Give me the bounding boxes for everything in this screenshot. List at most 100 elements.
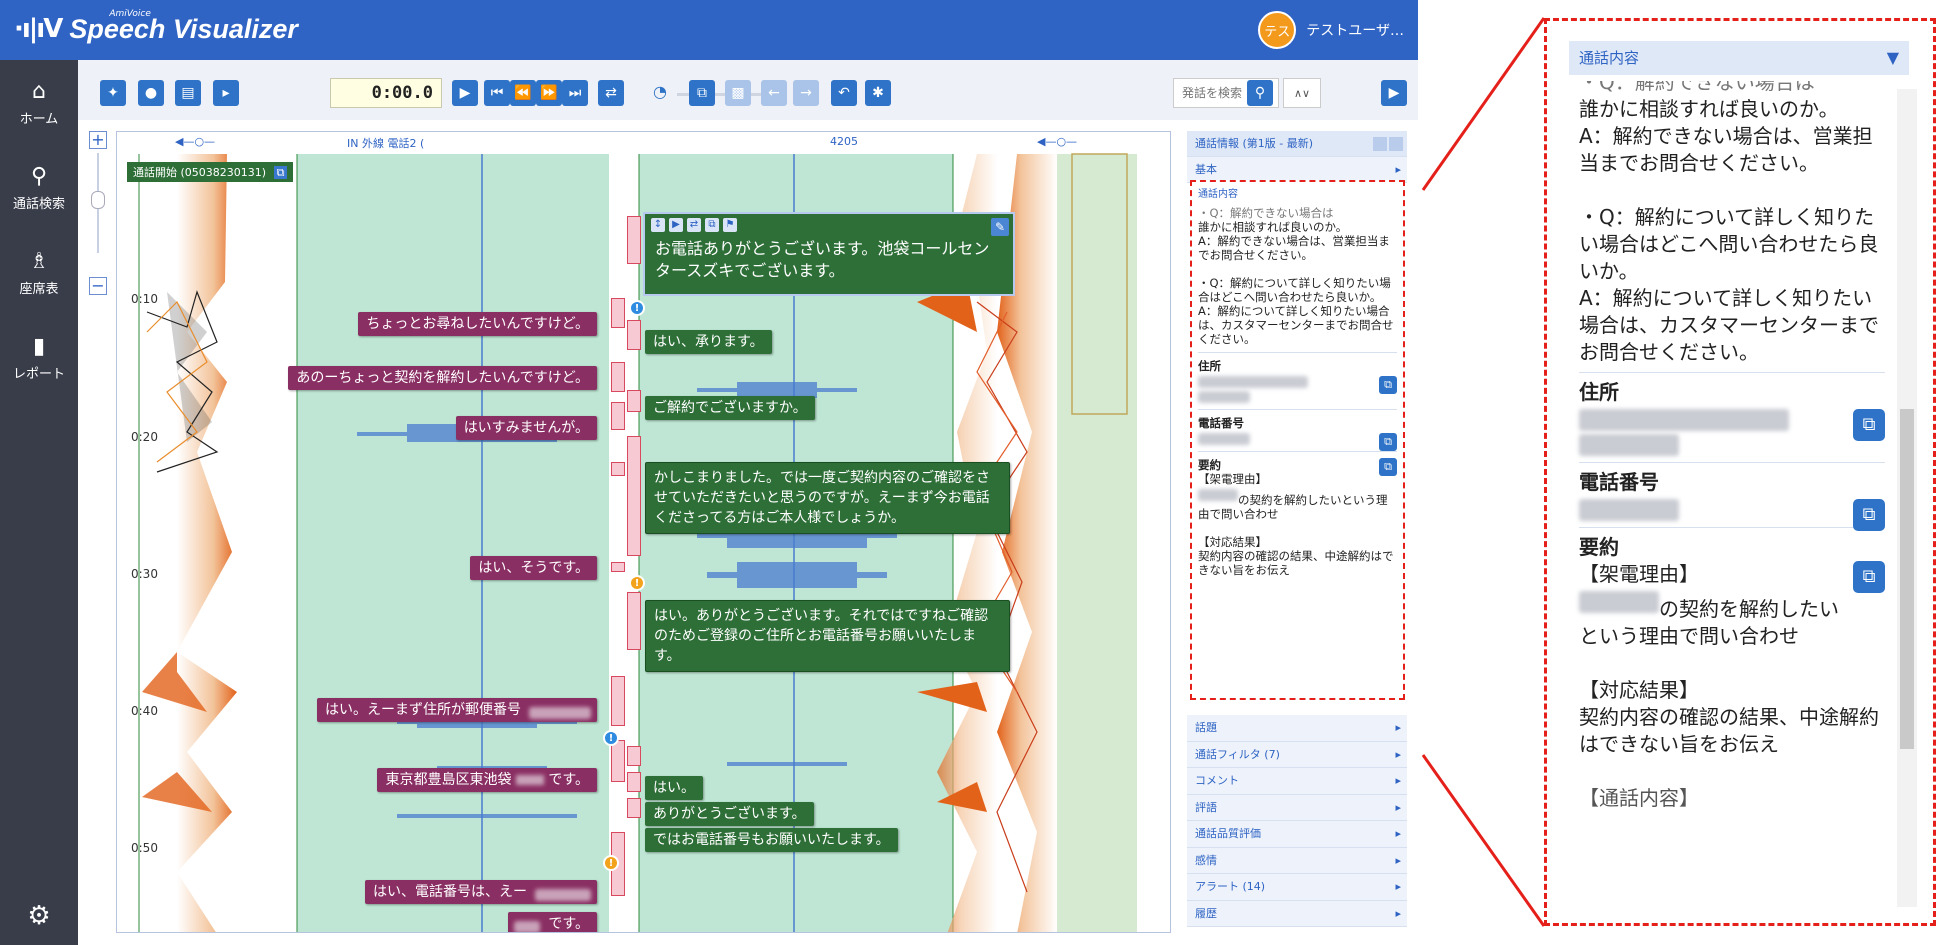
zoom-slider-knob[interactable]	[91, 191, 105, 209]
sidebar-item-seating[interactable]: ♗ 座席表	[0, 230, 78, 315]
info-alert-icon[interactable]: !	[603, 730, 619, 746]
asterisk-icon[interactable]: ✱	[865, 80, 891, 106]
copy-summary-button[interactable]: ⧉	[1853, 561, 1885, 593]
edit-icon[interactable]: ✎	[991, 218, 1009, 236]
scrollbar[interactable]	[1897, 89, 1917, 907]
user-icon[interactable]: ●	[138, 80, 164, 106]
operator-segment[interactable]	[627, 436, 641, 556]
speech-visualization[interactable]: IN 外線 電話2 ( 4205 ◀—○— ◀—○— 通話開始 (0503823…	[116, 131, 1171, 933]
play-icon[interactable]: ▶	[669, 218, 683, 232]
rewind-button[interactable]: ⏪	[510, 80, 536, 106]
note-icon[interactable]: ▤	[175, 80, 201, 106]
section-alerts[interactable]: アラート (14) ▸	[1187, 874, 1407, 901]
customer-utterance[interactable]: ちょっとお尋ねしたいんですけど。	[358, 312, 597, 336]
export-icon[interactable]: ▶	[1381, 80, 1407, 106]
call-content-section[interactable]: 通話内容 ・Q：解約できない場合は 誰かに相談すれば良いのか。 A：解約できない…	[1190, 180, 1405, 700]
copy-phone-button[interactable]: ⧉	[1379, 433, 1397, 451]
copy-address-button[interactable]: ⧉	[1853, 409, 1885, 441]
sidebar-item-home[interactable]: ⌂ ホーム	[0, 60, 78, 145]
customer-segment[interactable]	[611, 562, 625, 572]
utterance-popup[interactable]: ↕ ▶ ⇄ ⧉ ⚑ ✎ お電話ありがとうございます。池袋コールセンタースズキでご…	[643, 212, 1015, 296]
operator-segment[interactable]	[627, 216, 641, 264]
app-logo[interactable]: ·ı|ıV AmiVoice Speech Visualizer	[14, 9, 298, 49]
customer-segment[interactable]	[611, 740, 625, 782]
operator-utterance[interactable]: ご解約でございますか。	[645, 396, 815, 420]
reorder-icon[interactable]: ↕	[651, 218, 665, 232]
sidebar-item-report[interactable]: ▮ レポート	[0, 315, 78, 400]
customer-utterance[interactable]: はいすみませんが。	[455, 416, 597, 440]
bookmark-icon[interactable]: ⚑	[723, 218, 737, 232]
arrow-left-icon[interactable]: ←	[761, 80, 787, 106]
operator-utterance[interactable]: ありがとうございます。	[645, 802, 814, 826]
customer-segment[interactable]	[611, 462, 625, 476]
search-nav-buttons[interactable]: ∧∨	[1283, 78, 1321, 108]
section-quality[interactable]: 通話品質評価 ▸	[1187, 821, 1407, 848]
volume-left-icon[interactable]: ◀—○—	[175, 135, 215, 148]
customer-segment[interactable]	[611, 402, 625, 430]
pin-icon[interactable]: ✦	[100, 80, 126, 106]
customer-segment[interactable]	[611, 676, 625, 726]
copy-icon[interactable]: ⧉	[705, 218, 719, 232]
chevron-down-icon: ▼	[1886, 48, 1899, 67]
undo-icon[interactable]: ↶	[831, 80, 857, 106]
copy-icon[interactable]: ⧉	[689, 80, 715, 106]
time-tick: 0:30	[131, 567, 158, 581]
customer-utterance[interactable]: はい、そうです。	[470, 556, 597, 580]
search-icon[interactable]: ⚲	[1247, 80, 1273, 106]
customer-utterance[interactable]: 東京都豊島区東池袋 です。	[377, 768, 597, 792]
operator-segment[interactable]	[627, 592, 641, 650]
operator-utterance[interactable]: はい、承ります。	[645, 330, 772, 354]
skip-start-button[interactable]: ⏮	[484, 80, 510, 106]
fast-forward-button[interactable]: ⏩	[536, 80, 562, 106]
section-reviews[interactable]: 評語 ▸	[1187, 794, 1407, 821]
popup-text: お電話ありがとうございます。池袋コールセンタースズキでございます。	[655, 239, 990, 280]
operator-utterance[interactable]: はい。ありがとうございます。それではですねご確認のためご登録のご住所とお電話番号…	[645, 600, 1010, 672]
section-history[interactable]: 履歴 ▸	[1187, 900, 1407, 927]
operator-utterance[interactable]: ではお電話番号もお願いいたします。	[645, 828, 898, 852]
customer-segment[interactable]	[611, 362, 625, 392]
repeat-button[interactable]: ⇄	[598, 80, 624, 106]
play-button[interactable]: ▶	[452, 80, 478, 106]
operator-segment[interactable]	[627, 390, 641, 412]
next-version-icon[interactable]	[1389, 137, 1403, 151]
volume-right-icon[interactable]: ◀—○—	[1037, 135, 1077, 148]
section-filters[interactable]: 通話フィルタ (7) ▸	[1187, 741, 1407, 768]
operator-segment[interactable]	[627, 798, 641, 818]
time-display[interactable]: 0:00.0	[330, 78, 442, 108]
call-info-header: 通話情報 (第1版 - 最新)	[1187, 131, 1407, 157]
customer-utterance[interactable]: です。	[508, 912, 597, 932]
arrow-right-icon[interactable]: →	[793, 80, 819, 106]
customer-utterance[interactable]: あのーちょっと契約を解約したいんですけど。	[288, 366, 597, 390]
customer-utterance[interactable]: はい。えーまず住所が郵便番号	[317, 698, 597, 722]
user-menu[interactable]: テス テストユーザ…	[1258, 11, 1404, 49]
zoom-out-button[interactable]: −	[89, 277, 107, 295]
copy-phone-button[interactable]: ⧉	[1853, 499, 1885, 531]
copy-summary-button[interactable]: ⧉	[1379, 458, 1397, 476]
skip-end-button[interactable]: ⏭	[562, 80, 588, 106]
operator-segment[interactable]	[627, 746, 641, 766]
zoom-in-button[interactable]: +	[89, 131, 107, 149]
gear-icon[interactable]: ⚙	[0, 901, 78, 931]
zoomed-section-header[interactable]: 通話内容 ▼	[1569, 41, 1909, 75]
customer-segment[interactable]	[611, 298, 625, 328]
copy-icon[interactable]: ⧉	[273, 166, 288, 179]
operator-segment[interactable]	[627, 320, 641, 350]
operator-utterance[interactable]: かしこまりました。では一度ご契約内容のご確認をさせていただきたいと思うのですが。…	[645, 462, 1010, 534]
copy-address-button[interactable]: ⧉	[1379, 376, 1397, 394]
operator-segment[interactable]	[627, 772, 641, 792]
operator-utterance[interactable]: はい。	[645, 776, 703, 800]
scrollbar-thumb[interactable]	[1900, 409, 1914, 749]
info-alert-icon[interactable]: !	[629, 300, 645, 316]
section-emotion[interactable]: 感情 ▸	[1187, 847, 1407, 874]
warning-alert-icon[interactable]: !	[603, 855, 619, 871]
volume-icon[interactable]: ▸	[213, 80, 239, 106]
repeat-icon[interactable]: ⇄	[687, 218, 701, 232]
sidebar-item-call-search[interactable]: ⚲ 通話検索	[0, 145, 78, 230]
customer-utterance[interactable]: はい、電話番号は、えー	[365, 880, 597, 904]
section-comments[interactable]: コメント ▸	[1187, 768, 1407, 795]
section-topics[interactable]: 話題 ▸	[1187, 715, 1407, 742]
save-icon[interactable]: ▩	[725, 80, 751, 106]
warning-alert-icon[interactable]: !	[629, 575, 645, 591]
prev-version-icon[interactable]	[1373, 137, 1387, 151]
chevron-right-icon: ▸	[1395, 774, 1401, 787]
